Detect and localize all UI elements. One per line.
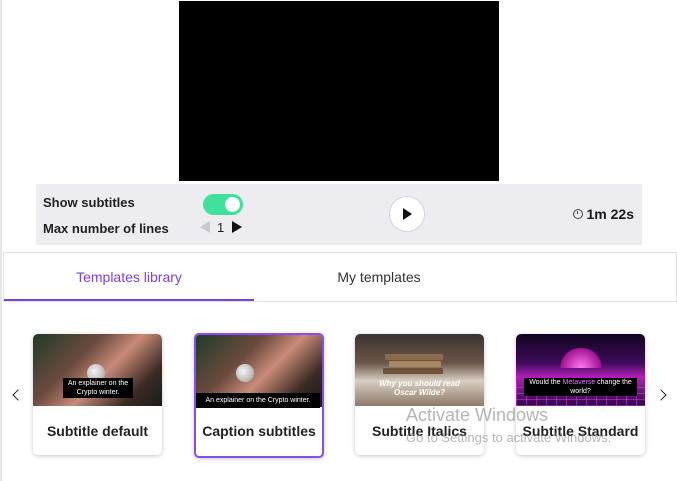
caption-preview: Would the Metaverse change the world? xyxy=(524,378,637,396)
duration: 1m 22s xyxy=(572,206,634,222)
toggle-knob xyxy=(225,197,240,212)
tab-label: Templates library xyxy=(76,269,182,285)
books-thumbnail: Why you should read Oscar Wilde? xyxy=(355,334,484,406)
tab-templates-library[interactable]: Templates library xyxy=(4,253,254,301)
tab-my-templates[interactable]: My templates xyxy=(254,253,504,301)
hand-coin-thumbnail: An explainer on the Crypto winter. xyxy=(33,334,162,406)
book-graphic xyxy=(389,361,441,367)
caption-preview: An explainer on the Crypto winter. xyxy=(196,393,320,408)
caption-line: Would the Metaverse change the xyxy=(529,379,632,386)
carousel-next-icon[interactable] xyxy=(655,389,667,401)
tab-label: My templates xyxy=(337,269,421,285)
coin-graphic xyxy=(236,364,254,382)
caption-line: world? xyxy=(570,388,591,395)
caption-highlight: Metaverse xyxy=(562,379,596,386)
carousel-prev-icon[interactable] xyxy=(12,389,24,401)
caption-line: Crypto winter. xyxy=(76,389,120,396)
play-icon xyxy=(403,208,412,220)
sun-graphic xyxy=(560,348,602,368)
caption-line: Why you should read xyxy=(379,379,460,388)
video-preview[interactable] xyxy=(179,1,499,181)
template-tabs: Templates library My templates xyxy=(3,252,677,302)
show-subtitles-label: Show subtitles xyxy=(43,195,135,210)
caption-preview: Why you should read Oscar Wilde? xyxy=(355,379,484,397)
watermark-title: Activate Windows xyxy=(406,405,549,425)
increase-lines-icon[interactable] xyxy=(232,221,242,233)
duration-text: 1m 22s xyxy=(586,206,634,222)
max-lines-label: Max number of lines xyxy=(43,221,169,236)
card-title: Caption subtitles xyxy=(202,423,316,439)
watermark-subtitle: Go to Settings to activate Windows. xyxy=(406,430,612,445)
player-controls: Show subtitles Max number of lines 1 1m … xyxy=(36,184,642,245)
left-border xyxy=(0,0,2,481)
caption-line: An explainer on the xyxy=(67,380,129,387)
caption-line: Oscar Wilde? xyxy=(393,388,446,397)
template-card-subtitle-default[interactable]: An explainer on the Crypto winter. Subti… xyxy=(33,334,162,455)
book-graphic xyxy=(383,368,443,374)
play-button[interactable] xyxy=(389,196,425,232)
clock-icon xyxy=(572,209,583,219)
decrease-lines-icon[interactable] xyxy=(200,221,210,233)
caption-preview: An explainer on the Crypto winter. xyxy=(63,378,133,398)
book-graphic xyxy=(385,354,443,360)
caption-line: An explainer on the Crypto winter. xyxy=(205,397,311,404)
metaverse-thumbnail: Would the Metaverse change the world? xyxy=(516,334,645,406)
show-subtitles-toggle[interactable] xyxy=(203,194,243,215)
card-title: Subtitle default xyxy=(46,423,149,439)
template-card-caption-subtitles[interactable]: An explainer on the Crypto winter. Capti… xyxy=(194,333,324,458)
max-lines-value: 1 xyxy=(217,220,225,235)
